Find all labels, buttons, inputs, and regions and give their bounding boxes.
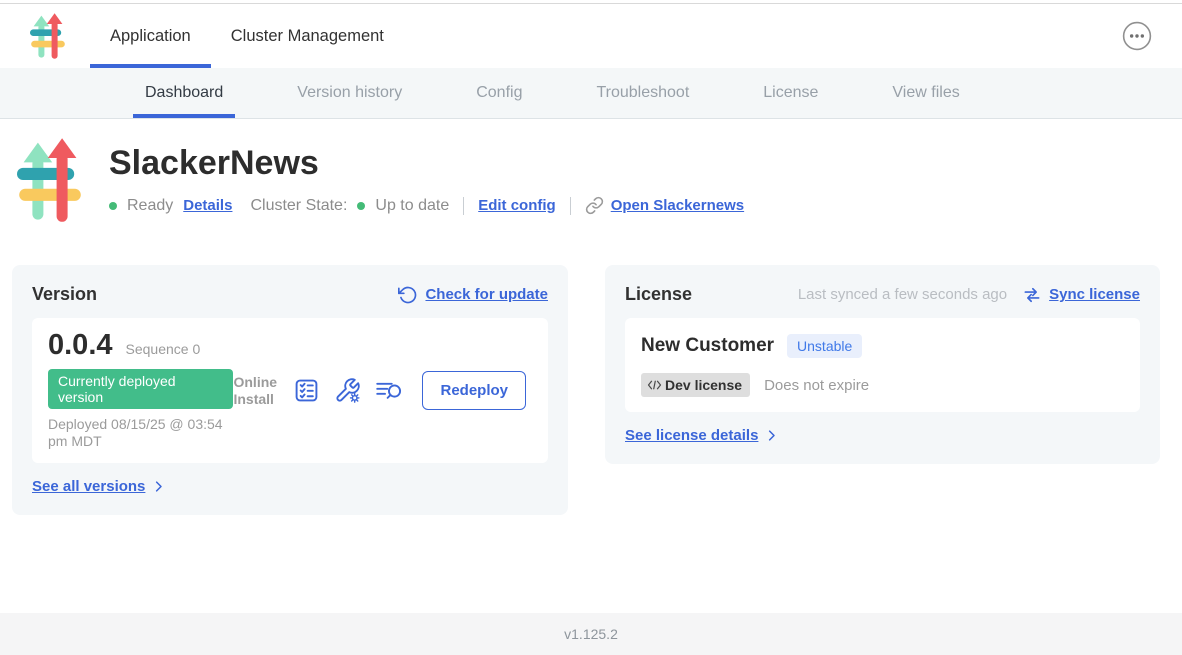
cluster-state-value: Up to date [375,197,449,215]
subtab-dashboard-label: Dashboard [145,84,223,102]
cluster-state-dot [357,202,365,210]
subtab-view-files-label: View files [892,84,959,102]
deployed-status-badge: Currently deployed version [48,369,233,409]
top-nav-tabs: Application Cluster Management [90,4,404,68]
chevron-right-icon [151,479,166,494]
version-number: 0.0.4 [48,331,113,360]
subtab-dashboard[interactable]: Dashboard [133,68,235,118]
config-checklist-button[interactable] [293,377,320,404]
sequence-label: Sequence 0 [126,341,201,357]
subtab-config[interactable]: Config [464,68,534,118]
app-status-label: Ready [127,197,173,215]
preflight-checks-button[interactable] [334,377,361,404]
dashboard-main: SlackerNews Ready Details Cluster State:… [0,138,1182,515]
check-for-update-label: Check for update [425,286,548,303]
see-license-details-label: See license details [625,427,758,444]
console-footer: v1.125.2 [0,613,1182,655]
license-card: License Last synced a few seconds ago Sy… [605,265,1160,464]
top-nav: Application Cluster Management [0,4,1182,68]
divider [570,197,571,215]
subtab-config-label: Config [476,84,522,102]
tab-cluster-management-label: Cluster Management [231,27,384,46]
license-header-right: Last synced a few seconds ago Sync licen… [798,285,1140,305]
overflow-menu-button[interactable] [1122,21,1152,51]
sync-arrows-icon [1022,285,1042,305]
sync-license-button[interactable]: Sync license [1022,285,1140,305]
check-for-update-button[interactable]: Check for update [398,285,548,305]
see-all-versions-label: See all versions [32,478,145,495]
version-number-row: 0.0.4 Sequence 0 [48,331,233,360]
version-actions: Online Install [233,371,532,410]
code-brackets-icon [647,379,662,391]
license-type-badge: Dev license [641,373,750,397]
details-link[interactable]: Details [183,197,232,214]
refresh-icon [398,285,418,305]
console-version-label: v1.125.2 [564,626,618,642]
dashboard-cards: Version Check for update 0.0.4 Sequence … [12,265,1160,515]
subtab-troubleshoot[interactable]: Troubleshoot [584,68,701,118]
preflight-wrench-gear-icon [334,377,361,404]
deploy-logs-search-icon [375,377,404,404]
divider [463,197,464,215]
subtab-version-history[interactable]: Version history [285,68,414,118]
license-card-title: License [625,284,692,305]
license-card-header: License Last synced a few seconds ago Sy… [625,284,1140,305]
ellipsis-menu-icon [1122,21,1152,51]
chevron-right-icon [764,428,779,443]
install-type-label: Online Install [233,374,279,406]
page-title: SlackerNews [109,144,744,183]
tab-application[interactable]: Application [90,4,211,68]
link-chain-icon [585,196,604,215]
version-card-title: Version [32,284,97,305]
last-synced-label: Last synced a few seconds ago [798,286,1007,303]
version-card-header: Version Check for update [32,284,548,305]
customer-row: New Customer Unstable [641,334,1124,358]
subtab-view-files[interactable]: View files [880,68,971,118]
deploy-logs-button[interactable] [375,377,404,404]
customer-name: New Customer [641,335,774,357]
open-app-link-label: Open Slackernews [611,197,744,214]
app-icon [17,138,83,222]
see-license-details-link[interactable]: See license details [625,427,779,444]
license-info-panel: New Customer Unstable Dev license Does n… [625,318,1140,412]
config-checklist-icon [293,377,320,404]
sync-license-label: Sync license [1049,286,1140,303]
slackernews-logo-icon [30,13,66,59]
current-version-panel: 0.0.4 Sequence 0 Currently deployed vers… [32,318,548,463]
license-type-row: Dev license Does not expire [641,373,1124,397]
deployed-timestamp: Deployed 08/15/25 @ 03:54 pm MDT [48,416,233,450]
version-info: 0.0.4 Sequence 0 Currently deployed vers… [48,331,233,450]
see-all-versions-link[interactable]: See all versions [32,478,166,495]
app-status-row: Ready Details Cluster State: Up to date … [109,196,744,215]
redeploy-button[interactable]: Redeploy [422,371,526,410]
open-app-link[interactable]: Open Slackernews [585,196,744,215]
app-sub-nav: Dashboard Version history Config Trouble… [0,68,1182,119]
subtab-troubleshoot-label: Troubleshoot [596,84,689,102]
version-card: Version Check for update 0.0.4 Sequence … [12,265,568,515]
tab-application-label: Application [110,27,191,46]
cluster-state-label: Cluster State: [250,197,347,215]
subtab-license[interactable]: License [751,68,830,118]
subtab-version-history-label: Version history [297,84,402,102]
app-status-dot [109,202,117,210]
app-header-text: SlackerNews Ready Details Cluster State:… [109,138,744,222]
license-type-label: Dev license [665,377,742,393]
tab-cluster-management[interactable]: Cluster Management [211,4,404,68]
channel-badge: Unstable [787,334,862,358]
subtab-license-label: License [763,84,818,102]
app-header: SlackerNews Ready Details Cluster State:… [17,138,1182,222]
license-expiry: Does not expire [764,377,869,394]
edit-config-link[interactable]: Edit config [478,197,556,214]
